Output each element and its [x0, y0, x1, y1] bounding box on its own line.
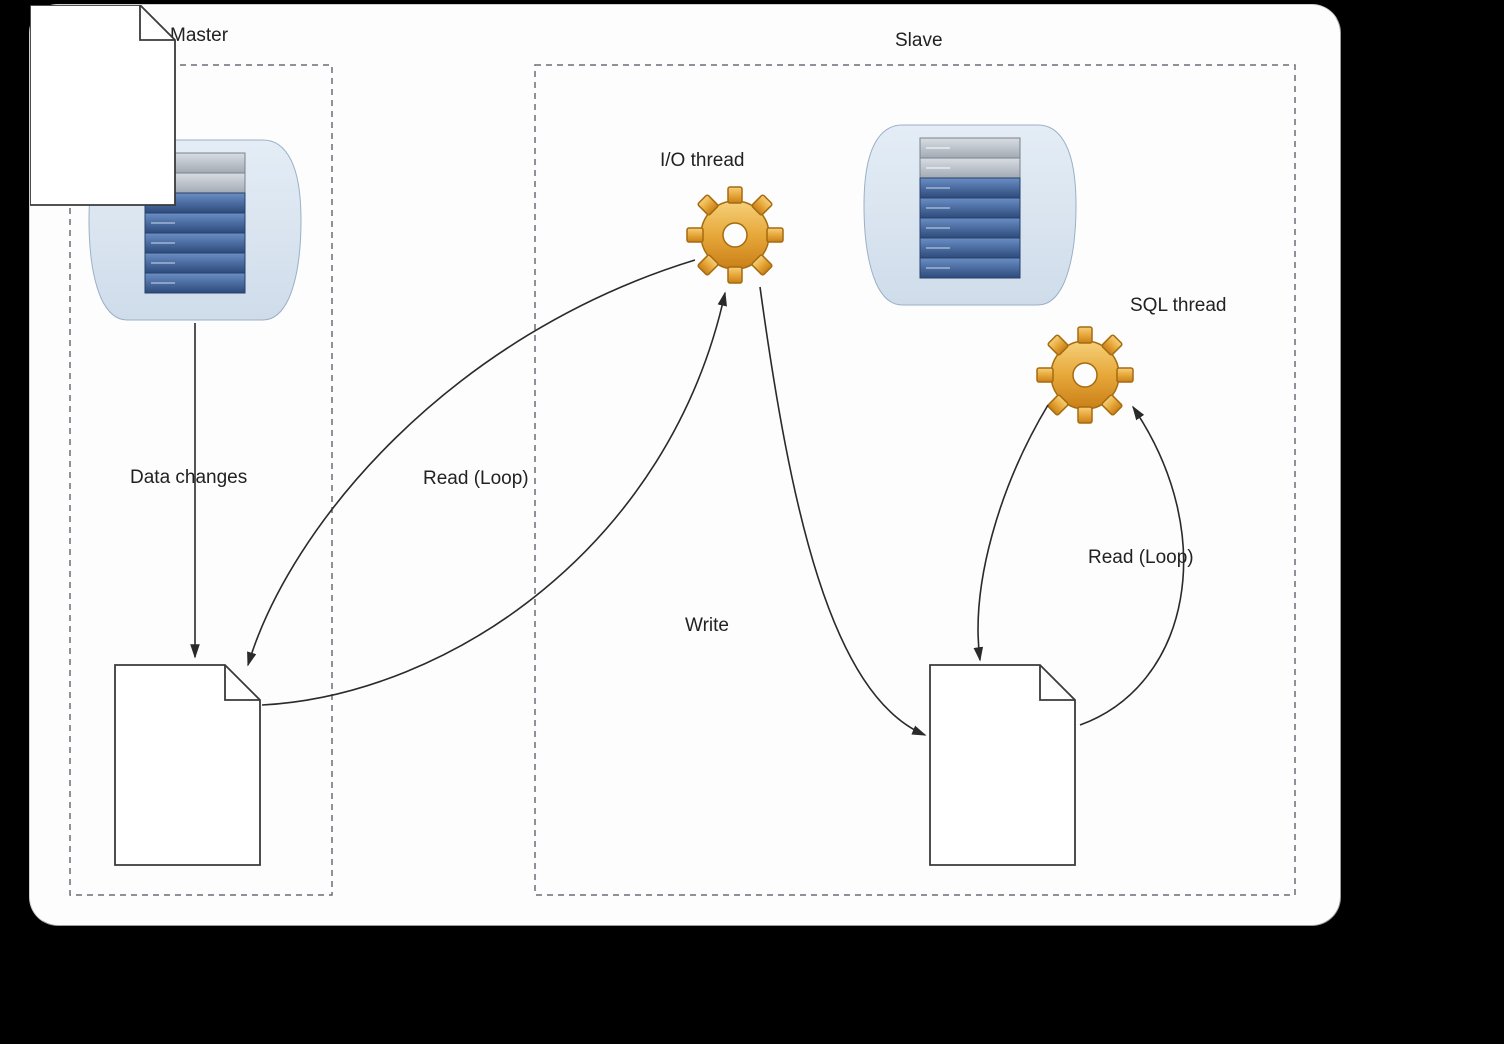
diagram-card: Master Slave I/O thread SQL thread Data …	[30, 5, 1340, 925]
data-changes-label: Data changes	[130, 467, 247, 489]
master-title: Master	[170, 25, 228, 47]
arrow-read-loop-1-return	[262, 293, 725, 705]
sql-thread-gear-icon	[1037, 327, 1133, 423]
master-server-icon	[89, 140, 301, 320]
io-thread-gear-icon	[687, 187, 783, 283]
write-label: Write	[685, 615, 729, 637]
read-loop-2-label: Read (Loop)	[1088, 547, 1194, 569]
diagram-svg	[30, 5, 1340, 925]
slave-box	[535, 65, 1295, 895]
arrow-read-loop-2-down	[978, 405, 1048, 660]
binary-log-label: Binary log	[141, 745, 226, 767]
io-thread-label: I/O thread	[660, 150, 745, 172]
relay-log-label: Relay log	[960, 745, 1039, 767]
arrow-read-loop-1	[248, 260, 695, 665]
server-icon-def	[30, 5, 136, 100]
sql-thread-label: SQL thread	[1130, 295, 1226, 317]
slave-title: Slave	[895, 30, 943, 52]
slave-server-icon	[864, 125, 1076, 305]
read-loop-1-label: Read (Loop)	[423, 468, 529, 490]
arrow-write	[760, 287, 925, 735]
